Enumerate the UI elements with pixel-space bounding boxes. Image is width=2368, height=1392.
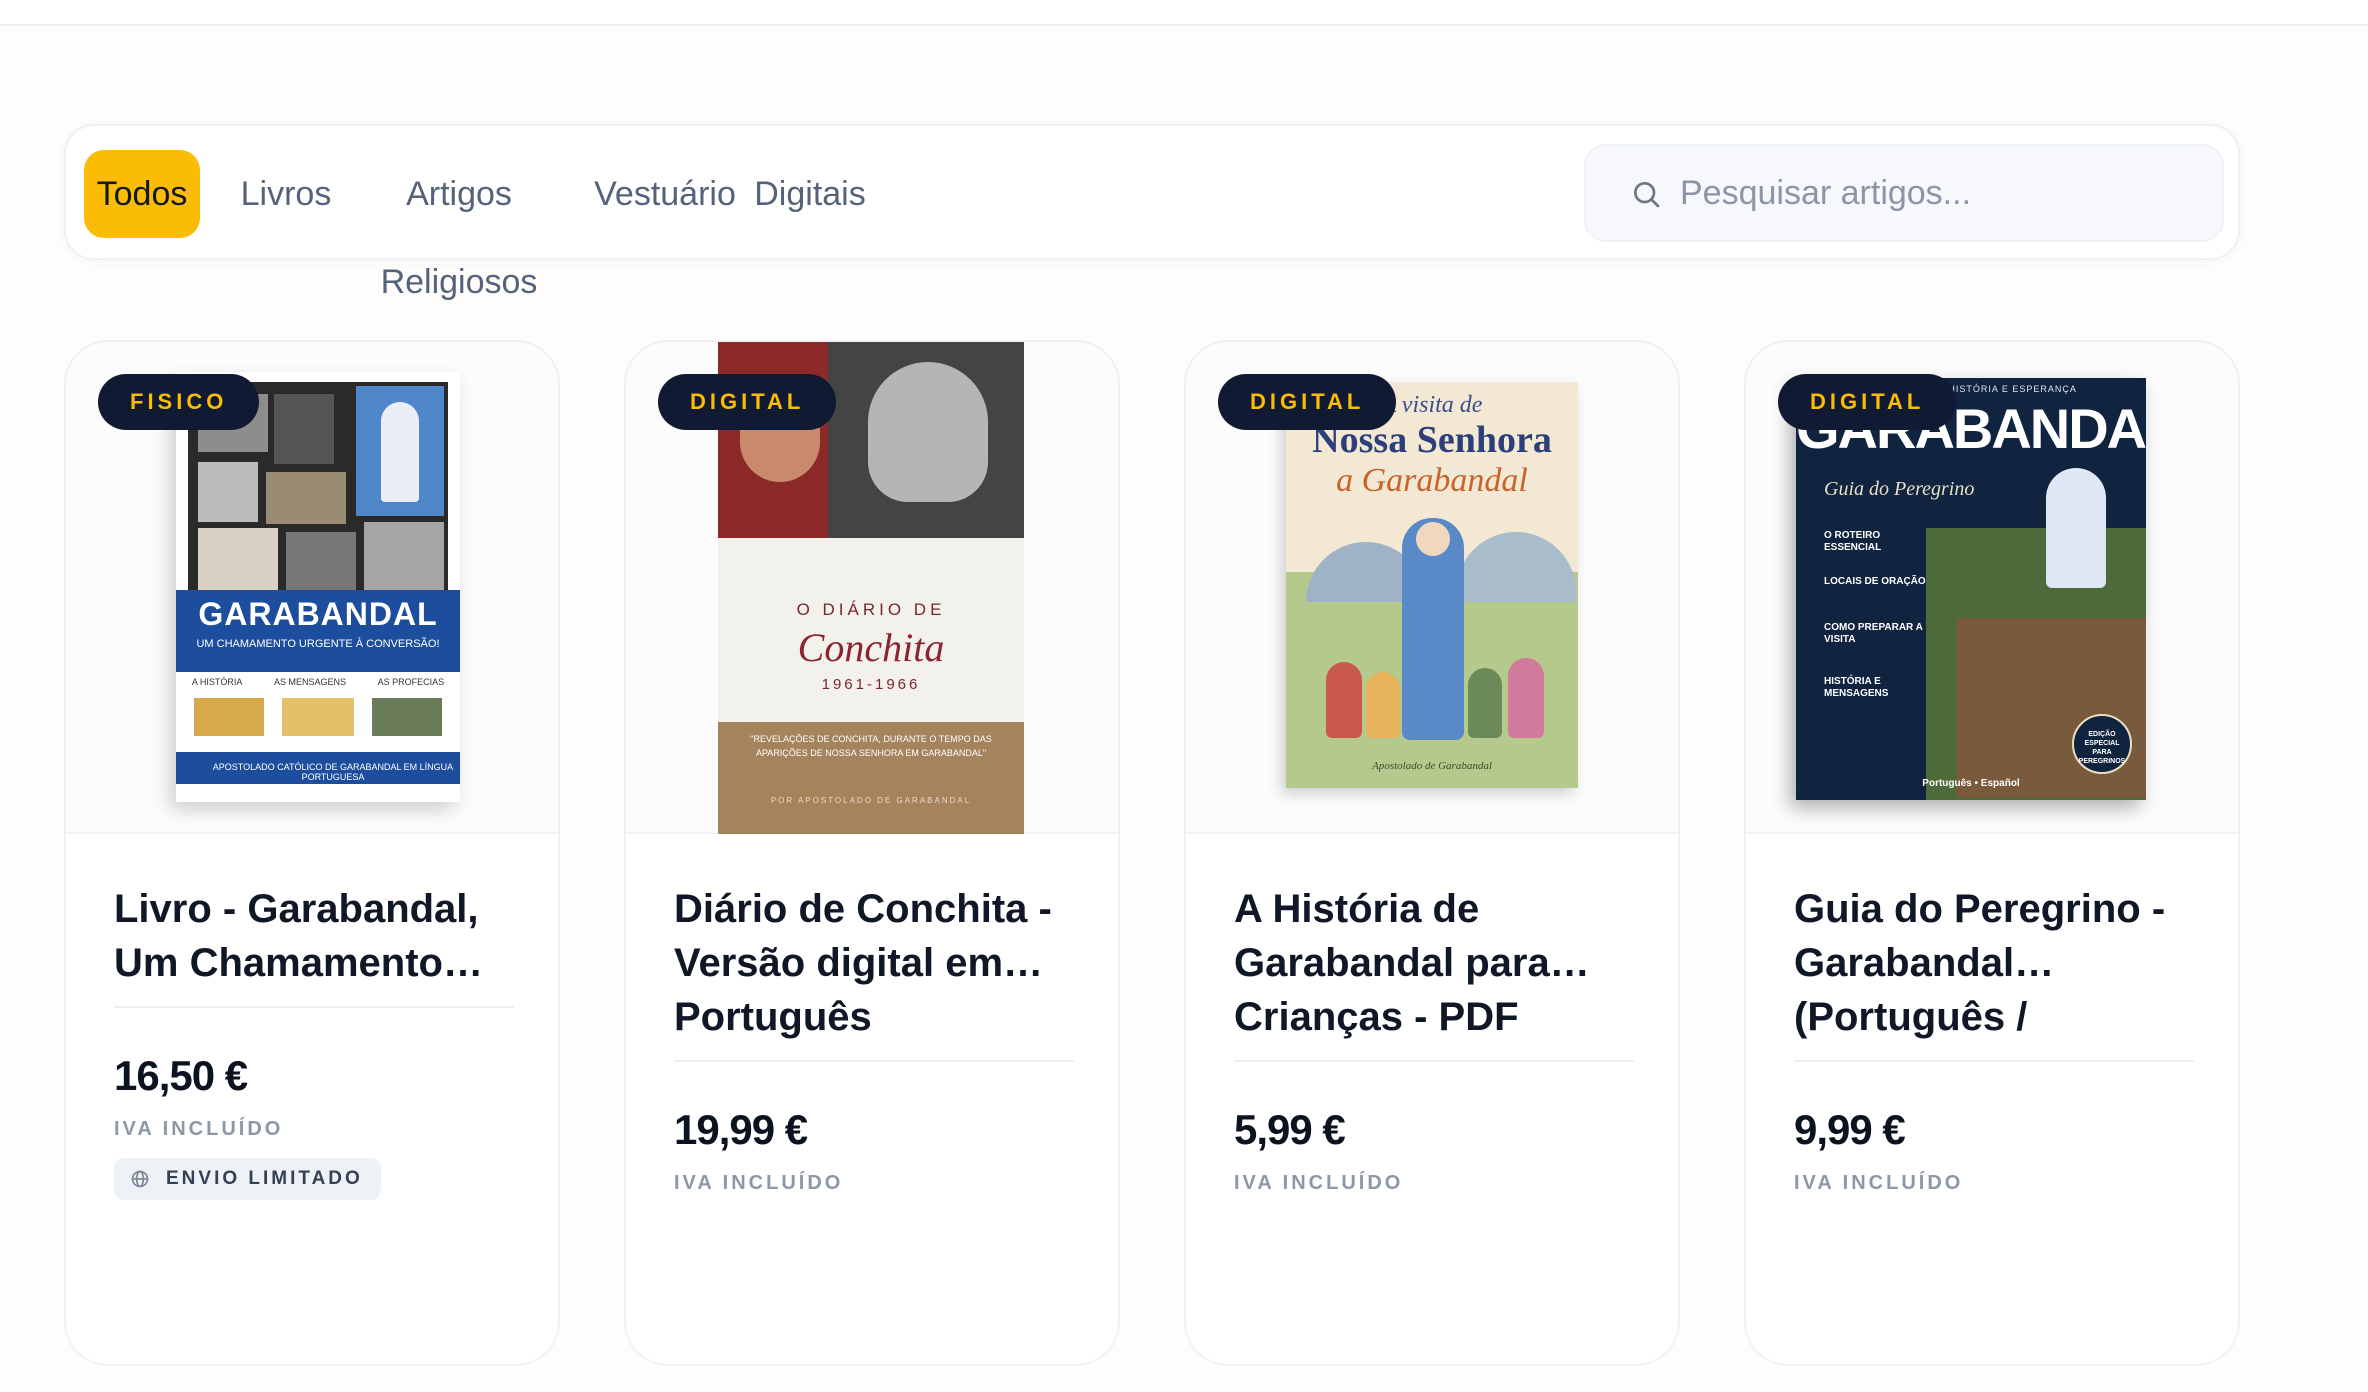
cover-quote: "REVELAÇÕES DE CONCHITA, DURANTE O TEMPO…: [750, 734, 992, 758]
product-badge: DIGITAL: [658, 374, 837, 430]
product-title[interactable]: Livro - Garabandal, Um Chamamento…: [114, 882, 514, 990]
tax-note: IVA INCLUÍDO: [114, 1118, 284, 1140]
cover-title: Conchita: [797, 625, 945, 670]
cover-footer: Apostolado de Garabandal: [1372, 760, 1492, 772]
tab-vestuario[interactable]: Vestuário: [590, 150, 740, 238]
tax-note: IVA INCLUÍDO: [1234, 1172, 1404, 1194]
cover-title-line: a Garabandal: [1336, 462, 1528, 499]
cover-footer: POR APOSTOLADO DE GARABANDAL: [770, 796, 972, 805]
divider: [114, 1006, 514, 1008]
product-cover-image[interactable]: ESPECIAL • FÉ, HISTÓRIA E ESPERANÇA GARA…: [1796, 378, 2146, 800]
product-price: 19,99 €: [674, 1106, 808, 1153]
cover-list-item: COMO PREPARAR A VISITA: [1824, 622, 1923, 645]
cover-section: AS MENSAGENS: [273, 677, 346, 687]
divider: [674, 1060, 1074, 1062]
product-cover-image[interactable]: A visita de Nossa Senhora a Garabandal A…: [1286, 382, 1578, 788]
product-price: 9,99 €: [1794, 1106, 1906, 1153]
product-title[interactable]: A História de Garabandal para… Crianças …: [1234, 882, 1634, 1044]
cover-subtitle: Guia do Peregrino: [1824, 478, 1975, 500]
globe-icon: [131, 1170, 149, 1188]
cover-list-item: HISTÓRIA E MENSAGENS: [1824, 676, 1889, 699]
search-box: [1584, 144, 2224, 242]
product-card[interactable]: ESPECIAL • FÉ, HISTÓRIA E ESPERANÇA GARA…: [1744, 340, 2240, 1366]
cover-years: 1961-1966: [821, 676, 921, 693]
product-cover-image[interactable]: GARABANDAL UM CHAMAMENTO URGENTE À CONVE…: [176, 372, 460, 802]
product-card[interactable]: GARABANDAL UM CHAMAMENTO URGENTE À CONVE…: [64, 340, 560, 1366]
product-title[interactable]: Guia do Peregrino - Garabandal… (Portugu…: [1794, 882, 2194, 1044]
product-badge: DIGITAL: [1218, 374, 1397, 430]
product-badge: FISICO: [98, 374, 260, 430]
product-price: 16,50 €: [114, 1052, 248, 1099]
product-card[interactable]: A visita de Nossa Senhora a Garabandal A…: [1184, 340, 1680, 1366]
cover-section: A HISTÓRIA: [191, 677, 243, 687]
product-card[interactable]: O DIÁRIO DE Conchita 1961-1966 "REVELAÇÕ…: [624, 340, 1120, 1366]
cover-seal: EDIÇÃO ESPECIAL PARA PEREGRINOS: [2072, 714, 2132, 774]
search-input[interactable]: [1680, 160, 2200, 226]
cover-subtitle: UM CHAMAMENTO URGENTE À CONVERSÃO!: [196, 638, 440, 650]
category-filter-bar: Todos Livros Artigos Religiosos Vestuári…: [64, 124, 2240, 301]
shipping-label: ENVIO LIMITADO: [166, 1168, 363, 1189]
product-badge: DIGITAL: [1778, 374, 1957, 430]
search-icon: [1634, 182, 1660, 208]
cover-list-item: O ROTEIRO ESSENCIAL: [1824, 530, 1882, 553]
tab-livros[interactable]: Livros: [230, 150, 342, 238]
tab-digitais[interactable]: Digitais: [754, 150, 866, 238]
cover-languages: Português • Español: [1922, 778, 2020, 789]
top-header-edge: [0, 0, 2368, 26]
cover-title: GARABANDAL: [198, 596, 438, 632]
shipping-badge: ENVIO LIMITADO: [114, 1158, 381, 1200]
tax-note: IVA INCLUÍDO: [1794, 1172, 1964, 1194]
tax-note: IVA INCLUÍDO: [674, 1172, 844, 1194]
tab-artigos-religiosos[interactable]: Artigos Religiosos: [356, 150, 562, 301]
cover-footer: APOSTOLADO CATÓLICO DE GARABANDAL EM LÍN…: [212, 762, 454, 782]
product-price: 5,99 €: [1234, 1106, 1346, 1153]
cover-pre-title: O DIÁRIO DE: [796, 600, 946, 619]
divider: [1794, 1060, 2194, 1062]
tab-todos[interactable]: Todos: [84, 150, 200, 238]
cover-list-item: LOCAIS DE ORAÇÃO: [1824, 576, 1926, 587]
divider: [1234, 1060, 1634, 1062]
product-title[interactable]: Diário de Conchita - Versão digital em… …: [674, 882, 1074, 1044]
cover-section: AS PROFECIAS: [377, 677, 445, 687]
